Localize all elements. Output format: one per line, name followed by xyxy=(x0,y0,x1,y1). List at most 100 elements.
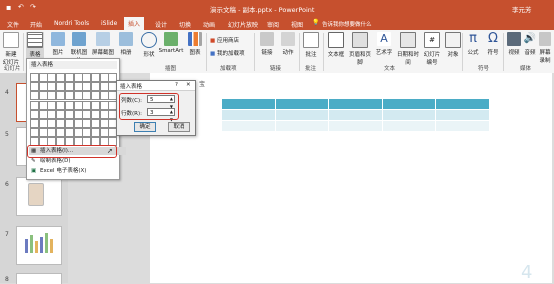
grid-cell[interactable] xyxy=(82,73,92,82)
screen-record-button[interactable]: 屏幕 录制 xyxy=(537,32,553,64)
grid-cell[interactable] xyxy=(73,100,83,110)
grid-cell[interactable] xyxy=(47,109,57,119)
grid-cell[interactable] xyxy=(99,100,109,110)
cancel-button[interactable]: 取消 xyxy=(168,122,190,132)
grid-cell[interactable] xyxy=(90,82,100,92)
tab-nordri-tools[interactable]: Nordri Tools xyxy=(50,19,93,28)
ok-button[interactable]: 确定 xyxy=(134,122,156,132)
tell-me-search[interactable]: 告诉我你想要做什么 xyxy=(322,20,372,28)
grid-cell[interactable] xyxy=(47,100,57,110)
grid-cell[interactable] xyxy=(38,119,48,128)
grid-cell[interactable] xyxy=(99,109,109,119)
tab-file[interactable]: 文件 xyxy=(3,19,23,30)
tab-transitions[interactable]: 切换 xyxy=(175,19,195,30)
equation-button[interactable]: π 公式 xyxy=(464,32,482,57)
grid-cell[interactable] xyxy=(73,82,83,92)
symbol-button[interactable]: Ω 符号 xyxy=(484,32,502,57)
grid-cell[interactable] xyxy=(30,119,39,128)
grid-cell[interactable] xyxy=(30,73,39,82)
grid-cell[interactable] xyxy=(73,119,83,128)
slide-number-button[interactable]: # 幻灯片 编号 xyxy=(422,32,442,66)
new-slide-button[interactable]: 新建 幻灯片 xyxy=(1,32,21,66)
grid-cell[interactable] xyxy=(47,119,57,128)
store-button[interactable]: ■ 应用商店 xyxy=(210,36,239,44)
grid-cell[interactable] xyxy=(82,128,92,138)
close-button[interactable]: ✕ xyxy=(186,82,191,88)
screenshot-button[interactable]: 屏幕截图 xyxy=(92,32,114,56)
smartart-button[interactable]: SmartArt xyxy=(158,32,184,54)
grid-cell[interactable] xyxy=(99,82,109,92)
help-button[interactable]: ? xyxy=(175,82,178,88)
grid-cell[interactable] xyxy=(90,109,100,119)
datetime-button[interactable]: 日期和时间 xyxy=(396,32,420,66)
grid-cell[interactable] xyxy=(38,100,48,110)
tab-design[interactable]: 设计 xyxy=(151,19,171,30)
grid-cell[interactable] xyxy=(30,82,39,92)
picture-button[interactable]: 图片 xyxy=(49,32,67,56)
grid-cell[interactable] xyxy=(99,128,109,138)
grid-cell[interactable] xyxy=(47,91,57,101)
grid-cell[interactable] xyxy=(64,128,74,138)
album-button[interactable]: 相册 xyxy=(117,32,135,56)
wordart-button[interactable]: A 艺术字 xyxy=(374,32,394,56)
save-icon[interactable]: ▪ xyxy=(6,3,11,12)
grid-cell[interactable] xyxy=(90,128,100,138)
tab-insert[interactable]: 插入 xyxy=(124,17,145,31)
link-button[interactable]: 链接 xyxy=(258,32,276,56)
grid-cell[interactable] xyxy=(38,73,48,82)
draw-table-menu-item[interactable]: ✎ 绘制表格(D) xyxy=(29,157,126,165)
table-row[interactable] xyxy=(222,99,489,109)
tab-view[interactable]: 视图 xyxy=(287,19,307,30)
grid-cell[interactable] xyxy=(38,82,48,92)
grid-cell[interactable] xyxy=(82,82,92,92)
table-button[interactable]: 表格 xyxy=(26,32,44,58)
grid-cell[interactable] xyxy=(82,91,92,101)
grid-cell[interactable] xyxy=(56,128,66,138)
slide-thumbnail[interactable] xyxy=(16,226,62,265)
header-footer-button[interactable]: 页眉和页脚 xyxy=(348,32,372,66)
grid-cell[interactable] xyxy=(38,109,48,119)
excel-table-menu-item[interactable]: ▣ Excel 电子表格(X) xyxy=(29,167,126,175)
table-row[interactable] xyxy=(222,121,489,131)
tab-animations[interactable]: 动画 xyxy=(199,19,219,30)
grid-cell[interactable] xyxy=(73,128,83,138)
user-name[interactable]: 李元芳 xyxy=(512,4,532,14)
object-button[interactable]: 对象 xyxy=(444,32,462,58)
grid-cell[interactable] xyxy=(56,91,66,101)
grid-cell[interactable] xyxy=(30,128,39,138)
grid-cell[interactable] xyxy=(64,82,74,92)
grid-cell[interactable] xyxy=(38,91,48,101)
tab-islide[interactable]: iSlide xyxy=(97,19,121,28)
grid-cell[interactable] xyxy=(82,119,92,128)
grid-cell[interactable] xyxy=(90,100,100,110)
grid-cell[interactable] xyxy=(99,119,109,128)
grid-cell[interactable] xyxy=(30,109,39,119)
grid-cell[interactable] xyxy=(47,128,57,138)
grid-cell[interactable] xyxy=(56,109,66,119)
grid-cell[interactable] xyxy=(56,73,66,82)
my-addins-button[interactable]: ■ 我的加载项 xyxy=(210,49,244,57)
table-size-grid[interactable] xyxy=(27,71,119,151)
grid-cell[interactable] xyxy=(73,109,83,119)
table-row[interactable] xyxy=(222,110,489,120)
redo-icon[interactable]: ↷ xyxy=(30,3,36,11)
grid-cell[interactable] xyxy=(30,100,39,110)
comment-button[interactable]: 批注 xyxy=(302,32,320,58)
grid-cell[interactable] xyxy=(90,119,100,128)
grid-cell[interactable] xyxy=(56,82,66,92)
grid-cell[interactable] xyxy=(47,73,57,82)
grid-cell[interactable] xyxy=(90,91,100,101)
grid-cell[interactable] xyxy=(82,109,92,119)
grid-cell[interactable] xyxy=(56,119,66,128)
tab-home[interactable]: 开始 xyxy=(26,19,46,30)
grid-cell[interactable] xyxy=(90,73,100,82)
grid-cell[interactable] xyxy=(64,73,74,82)
grid-cell[interactable] xyxy=(64,119,74,128)
grid-cell[interactable] xyxy=(30,91,39,101)
tab-review[interactable]: 审阅 xyxy=(263,19,283,30)
grid-cell[interactable] xyxy=(64,109,74,119)
grid-cell[interactable] xyxy=(64,91,74,101)
action-button[interactable]: 动作 xyxy=(279,32,297,56)
slide-thumbnail[interactable] xyxy=(16,273,62,284)
tab-slideshow[interactable]: 幻灯片放映 xyxy=(224,19,262,30)
